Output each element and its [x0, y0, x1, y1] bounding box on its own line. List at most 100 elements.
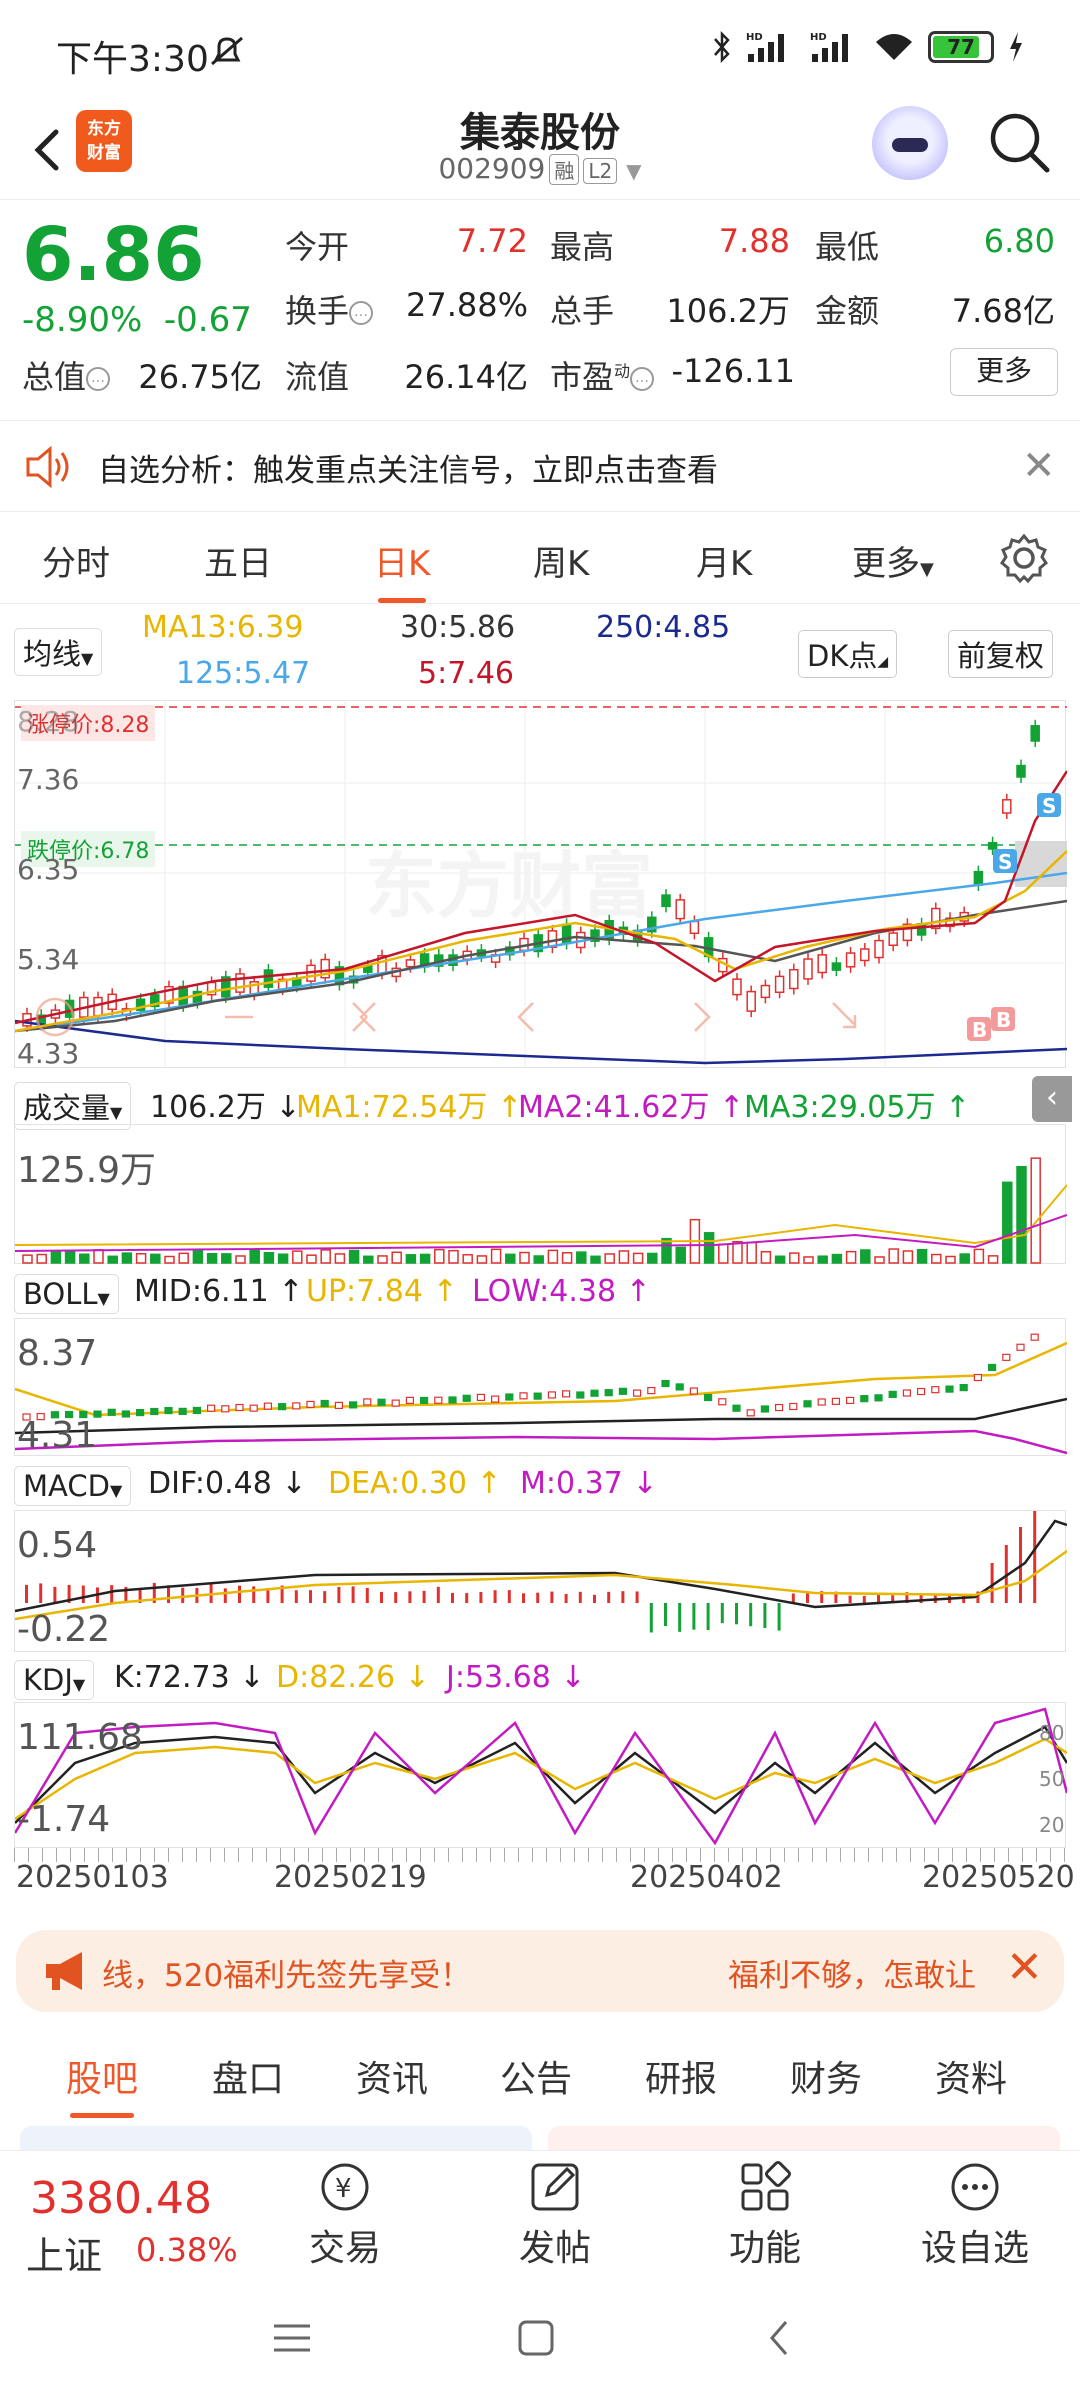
boll-candle: [547, 1391, 557, 1399]
back-icon[interactable]: [760, 2318, 800, 2358]
volume-bar: [831, 1253, 843, 1264]
volume-label: 总手: [550, 292, 615, 330]
volume-bar: [277, 1253, 289, 1264]
macd-bar: [791, 1593, 795, 1603]
tab-pankou[interactable]: 盘口: [212, 2050, 284, 2102]
sell-signal-marker[interactable]: S: [993, 849, 1017, 874]
turnover-label[interactable]: 换手…: [285, 286, 374, 332]
macd-bar: [394, 1592, 398, 1603]
macd-bar: [621, 1591, 625, 1603]
home-icon[interactable]: [516, 2318, 556, 2358]
volume-bar: [206, 1253, 218, 1264]
boll-candle: [363, 1398, 372, 1406]
nav-post[interactable]: 发帖: [480, 2159, 630, 2271]
tab-five-day[interactable]: 五日: [204, 536, 272, 585]
boll-candle: [249, 1404, 258, 1412]
macd-selector[interactable]: MACD▼: [14, 1466, 132, 1506]
macd-chart[interactable]: 0.54 -0.22: [14, 1510, 1067, 1652]
candle: [547, 924, 558, 954]
level2-tag: L2: [583, 158, 618, 184]
svg-text:HD: HD: [746, 32, 763, 43]
menu-icon[interactable]: [270, 2318, 314, 2358]
alert-bar[interactable]: 自选分析：触发重点关注信号，立即点击查看 ✕: [0, 420, 1080, 512]
volume-bar: [419, 1253, 431, 1264]
ma-selector[interactable]: 均线▼: [14, 628, 103, 676]
boll-candle: [618, 1387, 628, 1395]
boll-candle: [533, 1392, 542, 1400]
nav-functions[interactable]: 功能: [690, 2159, 840, 2271]
ai-assistant-avatar[interactable]: [872, 106, 948, 182]
volume-bar: [363, 1255, 374, 1264]
buy-signal-marker[interactable]: B: [991, 1007, 1015, 1032]
tab-weekly-k[interactable]: 周K: [533, 536, 589, 585]
tab-monthly-k[interactable]: 月K: [696, 536, 752, 585]
period-tabs: 分时 五日 日K 周K 月K 更多▼: [0, 512, 1080, 604]
kdj-selector[interactable]: KDJ▼: [14, 1660, 95, 1700]
price-adjust-button[interactable]: 前复权: [948, 630, 1054, 678]
sell-signal-marker[interactable]: S: [1037, 793, 1061, 818]
boll-candle: [1016, 1343, 1025, 1351]
edit-icon: [531, 2163, 579, 2211]
boll-y-max: 8.37: [17, 1333, 98, 1374]
boll-candle: [135, 1408, 145, 1417]
macd-m: M:0.37 ↓: [520, 1466, 658, 1501]
macd-bar: [252, 1586, 256, 1603]
tab-research[interactable]: 研报: [645, 2050, 717, 2102]
index-value[interactable]: 3380.48: [30, 2173, 212, 2224]
tab-guba[interactable]: 股吧: [66, 2050, 138, 2118]
pe-label[interactable]: 市盈动…: [550, 352, 655, 398]
ma125-value: 125:5.47: [176, 656, 311, 691]
grid-icon: [741, 2161, 791, 2211]
macd-bar: [536, 1592, 540, 1603]
tab-news[interactable]: 资讯: [356, 2050, 428, 2102]
info-icon: …: [349, 301, 374, 325]
candle: [902, 918, 913, 947]
boll-selector[interactable]: BOLL▼: [14, 1274, 119, 1314]
mktcap-label[interactable]: 总值…: [22, 352, 111, 398]
kline-chart[interactable]: 东方财富 S S B B 涨停价:8.28 跌停价:6.78 8.28 7.36…: [14, 700, 1067, 1070]
vol-ma1: MA1:72.54万 ↑: [296, 1090, 523, 1125]
tab-daily-k[interactable]: 日K: [374, 536, 430, 603]
mute-bell-icon: [211, 36, 243, 66]
amount-label: 金额: [815, 292, 880, 330]
volume-bar: [1016, 1165, 1027, 1264]
boll-candle: [263, 1402, 272, 1410]
tab-intraday[interactable]: 分时: [42, 536, 110, 585]
volume-chart[interactable]: 125.9万: [14, 1124, 1067, 1264]
macd-bar: [777, 1603, 781, 1631]
kdj-chart[interactable]: 111.68 -1.74 80 50 20: [14, 1702, 1067, 1848]
settings-gear-icon[interactable]: [998, 532, 1050, 584]
volume-bar: [93, 1249, 104, 1264]
boll-chart[interactable]: 8.37 4.31: [14, 1318, 1067, 1456]
more-button[interactable]: 更多: [950, 348, 1058, 396]
tab-announcement[interactable]: 公告: [500, 2050, 572, 2102]
status-time: 下午3:30: [56, 39, 209, 80]
open-label: 今开: [285, 228, 350, 266]
promo-banner[interactable]: 线，520福利先签先享受！ 福利不够，怎敢让 ✕: [16, 1930, 1064, 2012]
dk-point-selector[interactable]: DK点◢: [798, 630, 898, 678]
tab-finance[interactable]: 财务: [790, 2050, 862, 2102]
volume-bar: [519, 1251, 530, 1264]
tab-more[interactable]: 更多▼: [852, 536, 934, 585]
boll-candle: [320, 1399, 329, 1408]
volume-bar: [121, 1252, 133, 1264]
volume-selector[interactable]: 成交量▼: [14, 1082, 132, 1130]
volume-current: 106.2万 ↓: [150, 1090, 301, 1125]
boll-candle: [221, 1405, 230, 1413]
nav-trade[interactable]: ¥ 交易: [270, 2159, 420, 2271]
search-icon[interactable]: [985, 108, 1055, 178]
boll-candle: [377, 1398, 386, 1406]
banner-text-secondary: 福利不够，怎敢让: [728, 1958, 976, 1994]
volume-bar: [760, 1250, 772, 1264]
collapse-panel-button[interactable]: ‹: [1032, 1076, 1072, 1122]
candle: [689, 915, 700, 940]
buy-signal-marker[interactable]: B: [967, 1017, 991, 1042]
close-icon[interactable]: ✕: [1022, 443, 1056, 489]
macd-bar: [294, 1590, 298, 1603]
svg-text:S: S: [998, 850, 1012, 874]
nav-add-watchlist[interactable]: 设自选: [900, 2159, 1050, 2271]
close-icon[interactable]: ✕: [1006, 1942, 1043, 1993]
tab-profile[interactable]: 资料: [935, 2050, 1007, 2102]
macd-bar: [678, 1603, 682, 1632]
candle: [235, 967, 245, 999]
